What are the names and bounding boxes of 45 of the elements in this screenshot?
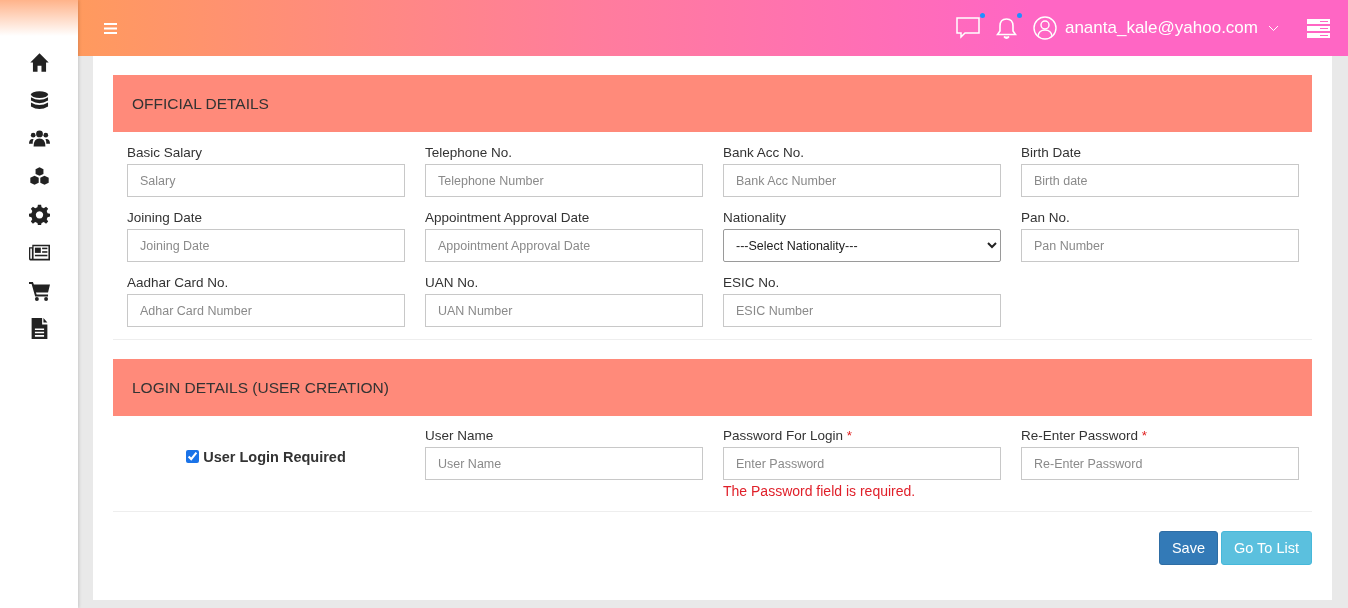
section-title: OFFICIAL DETAILS [132,94,269,113]
field-label: Re-Enter Password * [1021,428,1149,445]
field-label: User Name [425,428,495,445]
users-icon [28,127,50,149]
field-label: Birth Date [1021,145,1083,162]
settings-icon [28,203,50,225]
cart-icon [28,279,50,301]
input-field[interactable]: Pan Number [1021,229,1299,262]
server-icon[interactable] [1307,18,1330,38]
cubes-icon [28,165,50,187]
input-field[interactable]: User Name [425,447,703,480]
database-icon [28,89,50,111]
user-email[interactable]: ananta_kale@yahoo.com [1064,18,1258,38]
save-button[interactable]: Save [1158,531,1218,565]
checkbox[interactable] [186,450,200,463]
bell-icon[interactable] [995,16,1017,40]
field-label: UAN No. [425,275,480,292]
chevron-down-icon[interactable] [1268,24,1279,32]
input-field[interactable]: Adhar Card Number [127,294,405,327]
field-label: Basic Salary [127,145,204,162]
field-label: Joining Date [127,210,204,227]
section-title: LOGIN DETAILS (USER CREATION) [132,378,389,397]
field-label: Nationality [723,210,788,227]
input-field[interactable]: Enter Password [723,447,1001,480]
field-label: Telephone No. [425,145,514,162]
input-field[interactable]: UAN Number [425,294,703,327]
field-label: Pan No. [1021,210,1071,227]
field-label: Password For Login * [723,428,854,445]
input-field[interactable]: Joining Date [127,229,405,262]
home-icon [28,51,50,73]
field-label: ESIC No. [723,275,781,292]
field-label: Bank Acc No. [723,145,806,162]
error-message: The Password field is required. [723,483,917,499]
input-field[interactable]: ESIC Number [723,294,1001,327]
field-label: Aadhar Card No. [127,275,230,292]
field-label: Appointment Approval Date [425,210,591,227]
input-field[interactable]: Telephone Number [425,164,703,197]
input-field[interactable]: Salary [127,164,405,197]
nationality-dropdown[interactable]: ---Select Nationality--- [723,229,1001,262]
user-icon[interactable] [1032,16,1057,40]
input-field[interactable]: Birth date [1021,164,1299,197]
input-field[interactable]: Bank Acc Number [723,164,1001,197]
input-field[interactable]: Appointment Approval Date [425,229,703,262]
input-field[interactable]: Re-Enter Password [1021,447,1299,480]
login-required-checkbox[interactable]: User Login Required [186,448,346,465]
